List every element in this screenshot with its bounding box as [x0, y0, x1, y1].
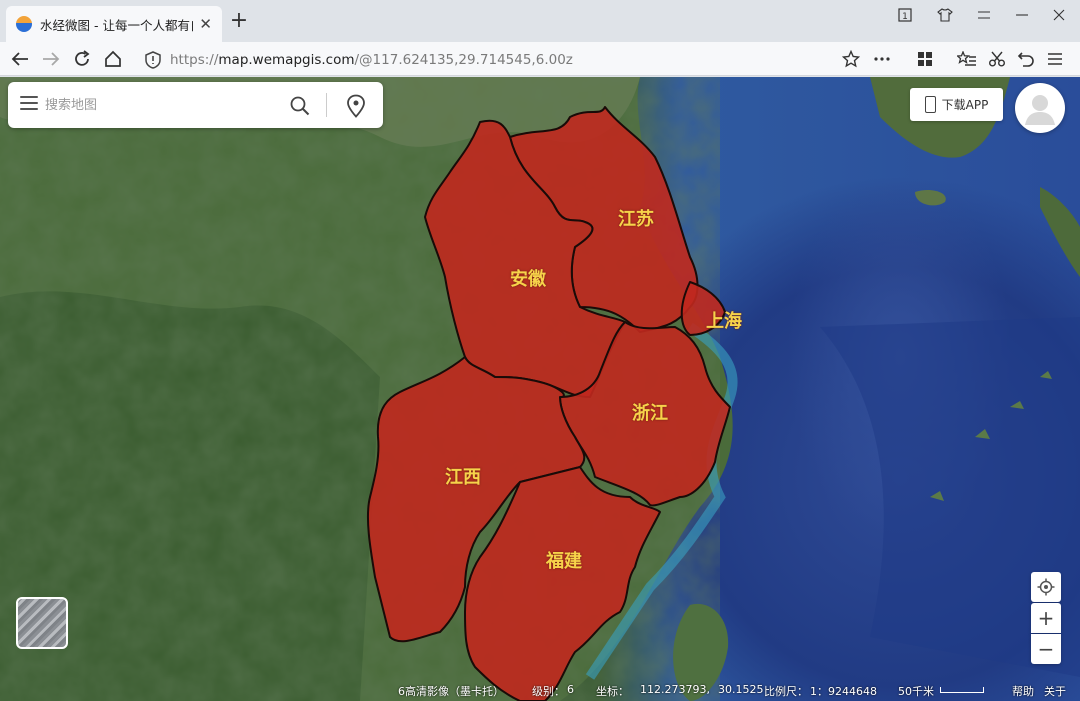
user-avatar[interactable] — [1015, 83, 1065, 133]
apps-grid-icon[interactable] — [913, 47, 937, 71]
undo-icon[interactable] — [1014, 47, 1038, 71]
location-pin-icon[interactable] — [345, 94, 367, 118]
favorites-list-icon[interactable] — [955, 47, 979, 71]
province-label-anhui: 安徽 — [510, 269, 546, 290]
maximize-icon[interactable] — [1003, 0, 1041, 30]
tab-title: 水经微图 - 让每一个人都有自 — [40, 17, 194, 33]
province-label-jiangxi: 江西 — [445, 467, 481, 488]
scale-bar-distance: 50千米 — [898, 685, 934, 698]
address-bar[interactable]: https://map.wemapgis.com/@117.624135,29.… — [134, 46, 900, 73]
map-viewport[interactable]: 江苏 安徽 上海 浙江 江西 福建 下载APP + − 6高清影像（墨卡托） 级… — [0, 77, 1080, 701]
zoom-out-button[interactable]: − — [1031, 634, 1061, 664]
shield-icon[interactable] — [144, 50, 162, 69]
search-panel — [8, 82, 383, 128]
skin-shirt-icon[interactable] — [926, 0, 964, 30]
tab-bar: 水经微图 - 让每一个人都有自 ✕ + 1 — [0, 0, 1080, 42]
url-path: /@117.624135,29.714545,6.00z — [354, 51, 573, 68]
url-protocol: https:// — [170, 51, 219, 68]
navigation-bar: https://map.wemapgis.com/@117.624135,29.… — [0, 42, 1080, 76]
imagery-source: 6高清影像（墨卡托） — [398, 685, 504, 698]
search-divider — [326, 93, 327, 117]
download-app-button[interactable]: 下载APP — [910, 88, 1003, 121]
search-icon[interactable] — [290, 96, 310, 116]
zoom-level-value: 6 — [567, 683, 574, 696]
coordinate-label: 坐标： — [596, 685, 629, 698]
phone-icon — [924, 96, 936, 113]
more-options-icon[interactable] — [870, 47, 894, 71]
scale-value: 1：9244648 — [810, 685, 877, 698]
close-window-icon[interactable] — [1040, 0, 1078, 30]
user-silhouette-icon — [1025, 95, 1055, 125]
map-status-bar: 6高清影像（墨卡托） 级别： 6 坐标： 112.273793, 30.1525… — [0, 677, 1080, 701]
locate-me-button[interactable] — [1031, 572, 1061, 602]
zoom-level-label: 级别： — [532, 685, 565, 698]
svg-text:1: 1 — [902, 12, 908, 22]
scale-label: 比例尺： — [764, 685, 808, 698]
reload-button[interactable] — [70, 47, 94, 71]
map-basemap — [0, 77, 1080, 701]
screenshot-scissors-icon[interactable] — [985, 47, 1009, 71]
download-app-label: 下载APP — [941, 98, 989, 112]
help-link[interactable]: 帮助 — [1012, 683, 1034, 699]
scale-bar-line — [940, 687, 984, 693]
zoom-in-button[interactable]: + — [1031, 603, 1061, 633]
about-link[interactable]: 关于 — [1044, 683, 1066, 699]
url-host: map.wemapgis.com — [218, 51, 355, 68]
main-menu-icon[interactable] — [1043, 47, 1067, 71]
province-label-fujian: 福建 — [546, 551, 582, 572]
url-text[interactable]: https://map.wemapgis.com/@117.624135,29.… — [170, 52, 573, 68]
province-label-zhejiang: 浙江 — [632, 403, 668, 424]
province-label-shanghai: 上海 — [706, 311, 742, 332]
search-input[interactable] — [45, 93, 275, 117]
tab-close-icon[interactable]: ✕ — [199, 15, 212, 33]
home-button[interactable] — [101, 47, 125, 71]
layer-switcher-thumbnail[interactable] — [16, 597, 68, 649]
menu-lines-icon[interactable] — [965, 0, 1003, 30]
bookmark-star-icon[interactable] — [839, 47, 863, 71]
new-tab-button[interactable]: + — [228, 10, 250, 33]
menu-hamburger-icon[interactable] — [20, 96, 38, 112]
province-label-jiangsu: 江苏 — [618, 209, 654, 230]
tab-count-icon[interactable]: 1 — [886, 0, 924, 30]
coordinate-lon: 112.273793, — [640, 683, 710, 696]
back-button[interactable] — [8, 47, 32, 71]
browser-tab[interactable]: 水经微图 - 让每一个人都有自 ✕ — [6, 6, 222, 42]
site-favicon-icon — [16, 16, 32, 32]
coordinate-lat: 30.1525 — [718, 683, 764, 696]
crosshair-icon — [1037, 578, 1055, 596]
forward-button[interactable] — [39, 47, 63, 71]
